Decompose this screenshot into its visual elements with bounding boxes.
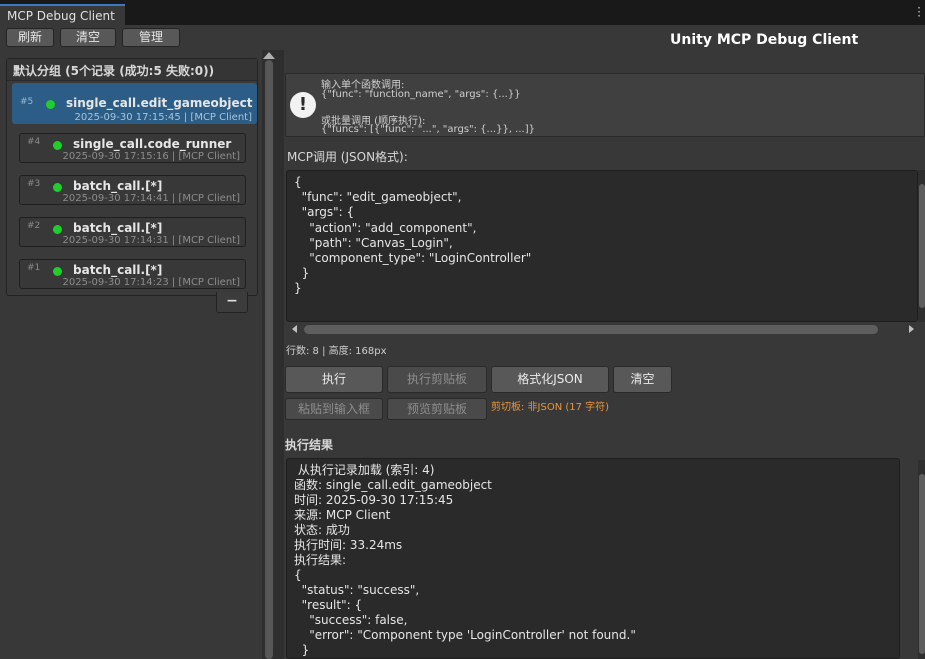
record-index: #1 bbox=[27, 263, 41, 273]
success-status-icon bbox=[46, 100, 55, 109]
result-line: 从执行记录加载 (索引: 4) bbox=[294, 463, 435, 477]
record-meta: 2025-09-30 17:14:41 | [MCP Client] bbox=[62, 193, 240, 204]
paste-to-input-button[interactable]: 粘贴到输入框 bbox=[285, 398, 383, 420]
record-name: single_call.edit_gameobject bbox=[66, 96, 253, 110]
records-panel: 默认分组 (5个记录 (成功:5 失败:0)) #5 single_call.e… bbox=[0, 55, 262, 659]
result-line: "status": "success", bbox=[294, 583, 420, 597]
help-text: {"funcs": [{"func": "...", "args": {...}… bbox=[321, 124, 535, 135]
scrollbar-thumb[interactable] bbox=[919, 184, 925, 308]
tab-strip: MCP Debug Client · · · bbox=[0, 0, 925, 25]
record-name: batch_call.[*] bbox=[73, 221, 163, 235]
manage-button[interactable]: 管理 bbox=[122, 28, 180, 47]
scroll-left-icon[interactable] bbox=[292, 325, 297, 333]
app-title: Unity MCP Debug Client bbox=[670, 32, 859, 48]
more-options-icon[interactable]: · · · bbox=[916, 2, 922, 22]
scrollbar-thumb[interactable] bbox=[919, 474, 925, 654]
code-line: } bbox=[294, 281, 302, 296]
result-line: 函数: single_call.edit_gameobject bbox=[294, 478, 492, 492]
info-icon: ! bbox=[290, 92, 316, 118]
input-label: MCP调用 (JSON格式): bbox=[287, 150, 408, 164]
result-line: "success": false, bbox=[294, 613, 408, 627]
record-name: batch_call.[*] bbox=[73, 179, 163, 193]
result-line: { bbox=[294, 568, 302, 582]
result-line: "result": { bbox=[294, 598, 363, 612]
clear-records-button[interactable]: 清空 bbox=[60, 28, 116, 47]
record-item[interactable]: #4 single_call.code_runner 2025-09-30 17… bbox=[19, 133, 246, 163]
result-line: } bbox=[294, 643, 310, 657]
record-item[interactable]: #3 batch_call.[*] 2025-09-30 17:14:41 | … bbox=[19, 175, 246, 205]
result-label: 执行结果 bbox=[285, 438, 334, 452]
record-name: single_call.code_runner bbox=[73, 137, 232, 151]
result-line: 来源: MCP Client bbox=[294, 508, 391, 522]
result-output[interactable]: 从执行记录加载 (索引: 4) 函数: single_call.edit_gam… bbox=[286, 458, 900, 659]
window-tab[interactable]: MCP Debug Client bbox=[0, 4, 125, 25]
execute-button[interactable]: 执行 bbox=[285, 366, 383, 393]
result-line: 执行时间: 33.24ms bbox=[294, 538, 403, 552]
code-line: "func": "edit_gameobject", bbox=[294, 190, 462, 205]
format-json-button[interactable]: 格式化JSON bbox=[491, 366, 609, 393]
success-status-icon bbox=[53, 183, 62, 192]
result-line: 执行结果: bbox=[294, 553, 347, 567]
input-horizontal-scrollbar[interactable] bbox=[286, 322, 918, 336]
help-text: {"func": "function_name", "args": {...}} bbox=[321, 89, 521, 100]
code-line: { bbox=[294, 175, 302, 189]
success-status-icon bbox=[53, 225, 62, 234]
record-item[interactable]: #2 batch_call.[*] 2025-09-30 17:14:31 | … bbox=[19, 217, 246, 247]
success-status-icon bbox=[53, 267, 62, 276]
record-index: #3 bbox=[27, 179, 41, 189]
code-line: "component_type": "LoginController" bbox=[294, 251, 532, 266]
code-line: "action": "add_component", bbox=[294, 220, 477, 235]
record-meta: 2025-09-30 17:14:31 | [MCP Client] bbox=[62, 235, 240, 246]
remove-record-button[interactable]: − bbox=[216, 292, 248, 313]
code-line: "path": "Canvas_Login", bbox=[294, 235, 453, 250]
result-line: "error": "Component type 'LoginControlle… bbox=[294, 628, 636, 642]
panel-splitter[interactable] bbox=[262, 50, 284, 659]
execute-clipboard-button[interactable]: 执行剪贴板 bbox=[387, 366, 487, 393]
record-item[interactable]: #1 batch_call.[*] 2025-09-30 17:14:23 | … bbox=[19, 259, 246, 289]
record-meta: 2025-09-30 17:14:23 | [MCP Client] bbox=[62, 277, 240, 288]
result-vertical-scrollbar[interactable] bbox=[918, 460, 925, 659]
group-title: 默认分组 (5个记录 (成功:5 失败:0)) bbox=[13, 64, 215, 78]
clipboard-status: 剪切板: 非JSON (17 字符) bbox=[491, 402, 610, 413]
json-input-field[interactable]: { "func": "edit_gameobject", "args": { "… bbox=[286, 170, 918, 322]
clear-input-button[interactable]: 清空 bbox=[613, 366, 672, 393]
record-name: batch_call.[*] bbox=[73, 263, 163, 277]
input-stats: 行数: 8 | 高度: 168px bbox=[286, 346, 387, 357]
record-meta: 2025-09-30 17:15:45 | [MCP Client] bbox=[74, 112, 252, 123]
record-group: 默认分组 (5个记录 (成功:5 失败:0)) #5 single_call.e… bbox=[6, 58, 258, 296]
scroll-right-icon[interactable] bbox=[909, 325, 914, 333]
scroll-up-icon[interactable] bbox=[263, 52, 275, 59]
record-index: #5 bbox=[20, 97, 34, 107]
record-meta: 2025-09-30 17:15:16 | [MCP Client] bbox=[62, 151, 240, 162]
refresh-button[interactable]: 刷新 bbox=[6, 28, 54, 47]
result-line: 时间: 2025-09-30 17:15:45 bbox=[294, 493, 454, 507]
code-line: "args": { bbox=[294, 205, 355, 220]
usage-help-box: ! 输入单个函数调用: {"func": "function_name", "a… bbox=[285, 73, 925, 137]
preview-clipboard-button[interactable]: 预览剪贴板 bbox=[387, 398, 487, 420]
scrollbar-thumb[interactable] bbox=[304, 325, 878, 334]
left-scrollbar-thumb[interactable] bbox=[265, 60, 273, 659]
success-status-icon bbox=[53, 141, 62, 150]
code-line: } bbox=[294, 266, 310, 281]
record-index: #2 bbox=[27, 221, 41, 231]
record-item[interactable]: #5 single_call.edit_gameobject 2025-09-3… bbox=[12, 83, 257, 124]
record-index: #4 bbox=[27, 137, 41, 147]
result-line: 状态: 成功 bbox=[294, 523, 350, 537]
input-vertical-scrollbar[interactable] bbox=[918, 170, 925, 322]
